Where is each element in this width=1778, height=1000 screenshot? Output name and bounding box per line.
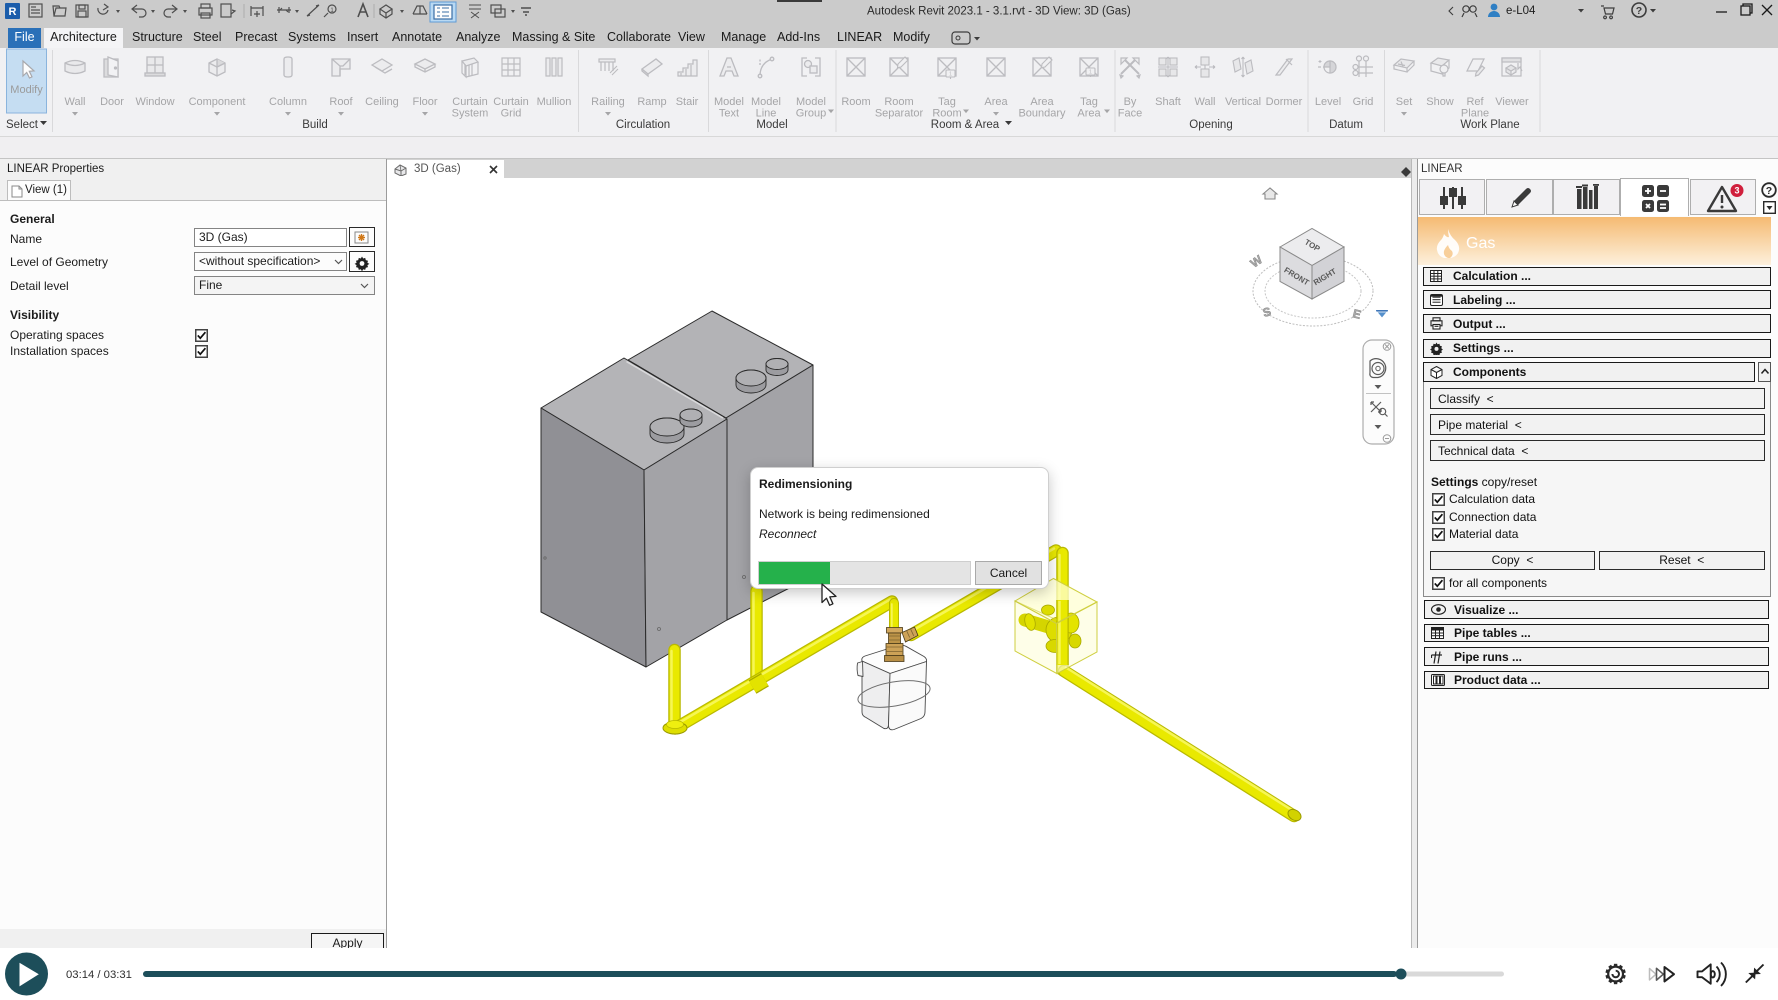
svg-text:E: E — [1351, 306, 1362, 322]
svg-text:Grid: Grid — [501, 108, 522, 120]
svg-text:Ref: Ref — [1466, 96, 1484, 108]
svg-text:03:14 / 03:31: 03:14 / 03:31 — [66, 969, 132, 981]
svg-text:Room: Room — [932, 108, 961, 120]
svg-text:Grid: Grid — [1353, 96, 1374, 108]
svg-text:Area: Area — [1077, 108, 1101, 120]
svg-text:Room: Room — [884, 96, 913, 108]
svg-text:Model: Model — [796, 96, 826, 108]
svg-text:W: W — [1248, 252, 1266, 270]
svg-text:?: ? — [1636, 5, 1642, 17]
svg-text:Curtain: Curtain — [452, 96, 487, 108]
svg-text:Circulation: Circulation — [616, 119, 670, 131]
svg-text:Work Plane: Work Plane — [1460, 119, 1519, 131]
svg-text:Separator: Separator — [875, 108, 924, 120]
svg-text:Face: Face — [1118, 108, 1142, 120]
svg-text:Mullion: Mullion — [537, 96, 572, 108]
svg-text:Build: Build — [302, 119, 328, 131]
svg-text:By: By — [1124, 96, 1137, 108]
svg-text:Dormer: Dormer — [1266, 96, 1303, 108]
svg-text:S: S — [1261, 304, 1272, 320]
svg-text:R: R — [9, 6, 17, 18]
svg-text:Opening: Opening — [1189, 119, 1232, 131]
svg-text:Component: Component — [189, 96, 246, 108]
svg-text:Ceiling: Ceiling — [365, 96, 399, 108]
svg-text:Stair: Stair — [676, 96, 699, 108]
svg-text:Boundary: Boundary — [1018, 108, 1066, 120]
svg-text:Curtain: Curtain — [493, 96, 528, 108]
svg-text:Model: Model — [714, 96, 744, 108]
svg-text:Shaft: Shaft — [1155, 96, 1181, 108]
svg-text:Area: Area — [1030, 96, 1054, 108]
svg-text:Area: Area — [984, 96, 1008, 108]
svg-text:Model: Model — [751, 96, 781, 108]
svg-text:System: System — [452, 108, 489, 120]
svg-text:Text: Text — [719, 108, 739, 120]
svg-text:Level: Level — [1315, 96, 1341, 108]
svg-text:Railing: Railing — [591, 96, 625, 108]
svg-text:e-L04: e-L04 — [1506, 5, 1536, 17]
svg-text:Datum: Datum — [1329, 119, 1363, 131]
svg-text:Floor: Floor — [412, 96, 437, 108]
svg-text:Vertical: Vertical — [1225, 96, 1261, 108]
svg-text:Group: Group — [796, 108, 827, 120]
svg-text:Wall: Wall — [65, 96, 86, 108]
svg-text:Tag: Tag — [1080, 96, 1098, 108]
svg-text:Set: Set — [1396, 96, 1413, 108]
svg-text:Plane: Plane — [1461, 108, 1489, 120]
svg-text:Wall: Wall — [1195, 96, 1216, 108]
svg-text:Roof: Roof — [329, 96, 353, 108]
svg-text:Show: Show — [1426, 96, 1454, 108]
svg-text:3: 3 — [1734, 186, 1739, 196]
svg-text:Column: Column — [269, 96, 307, 108]
svg-text:Modify: Modify — [10, 84, 43, 96]
svg-text:Line: Line — [756, 108, 777, 120]
svg-text:Room: Room — [841, 96, 870, 108]
svg-text:Ramp: Ramp — [637, 96, 666, 108]
svg-text:Room & Area: Room & Area — [931, 119, 1000, 131]
svg-text:Viewer: Viewer — [1495, 96, 1529, 108]
svg-text:?: ? — [1766, 185, 1772, 197]
svg-text:Window: Window — [135, 96, 174, 108]
svg-text:Door: Door — [100, 96, 124, 108]
svg-text:Select: Select — [6, 119, 39, 131]
svg-text:Autodesk Revit 2023.1 - 3.1.rv: Autodesk Revit 2023.1 - 3.1.rvt - 3D Vie… — [867, 6, 1131, 18]
svg-text:Tag: Tag — [938, 96, 956, 108]
svg-text:Model: Model — [756, 119, 787, 131]
